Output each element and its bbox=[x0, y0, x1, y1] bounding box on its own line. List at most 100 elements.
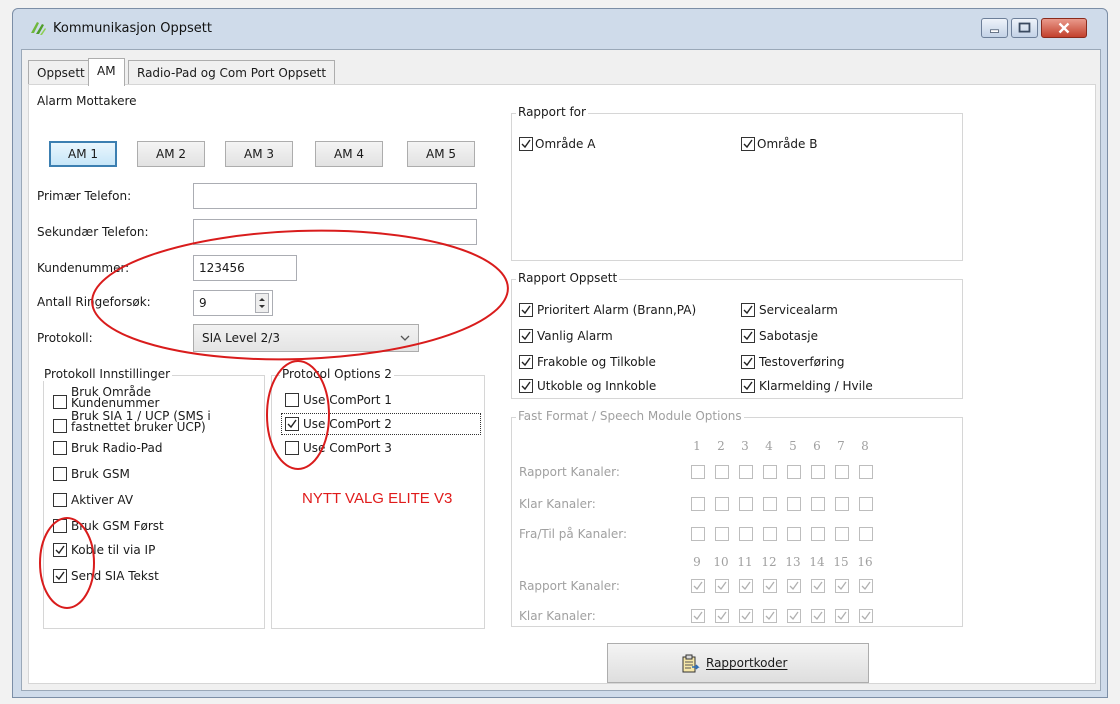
from-to-channels-label: Fra/Til på Kanaler: bbox=[519, 527, 628, 541]
channel-checkbox[interactable] bbox=[739, 497, 753, 511]
send-sia-text-label: Send SIA Tekst bbox=[71, 569, 159, 583]
protocol-select[interactable]: SIA Level 2/3 bbox=[193, 324, 419, 352]
channel-checkbox[interactable] bbox=[691, 579, 705, 593]
checkmark-icon bbox=[717, 611, 727, 621]
priority-alarm-checkbox[interactable] bbox=[519, 303, 533, 317]
channel-checkbox[interactable] bbox=[763, 609, 777, 623]
channel-checkbox[interactable] bbox=[763, 465, 777, 479]
window-title: Kommunikasjon Oppsett bbox=[53, 21, 212, 36]
channel-checkbox[interactable] bbox=[859, 609, 873, 623]
send-sia-text-checkbox[interactable] bbox=[53, 569, 67, 583]
use-sia1-ucp-checkbox[interactable] bbox=[53, 419, 67, 433]
channel-checkbox[interactable] bbox=[811, 609, 825, 623]
channel-checkbox[interactable] bbox=[787, 609, 801, 623]
channel-checkbox[interactable] bbox=[835, 465, 849, 479]
channel-checkbox[interactable] bbox=[835, 579, 849, 593]
channel-checkbox[interactable] bbox=[763, 497, 777, 511]
report-codes-button[interactable]: Rapportkoder bbox=[607, 643, 869, 683]
channel-number: 4 bbox=[765, 439, 773, 453]
channel-checkbox[interactable] bbox=[835, 609, 849, 623]
channel-checkbox[interactable] bbox=[739, 579, 753, 593]
sabotage-checkbox[interactable] bbox=[741, 329, 755, 343]
report-for-title: Rapport for bbox=[516, 105, 588, 119]
channel-checkbox[interactable] bbox=[787, 527, 801, 541]
checkmark-icon bbox=[743, 139, 753, 149]
channel-checkbox[interactable] bbox=[811, 579, 825, 593]
channel-checkbox[interactable] bbox=[739, 465, 753, 479]
use-comport-2-checkbox[interactable] bbox=[285, 417, 299, 431]
maximize-button[interactable] bbox=[1011, 18, 1038, 38]
sabotage-label: Sabotasje bbox=[759, 329, 818, 343]
channel-checkbox[interactable] bbox=[859, 465, 873, 479]
checkmark-icon bbox=[743, 357, 753, 367]
am-3-button[interactable]: AM 3 bbox=[225, 141, 293, 167]
channel-checkbox[interactable] bbox=[787, 497, 801, 511]
tab-radio-pad-com-port[interactable]: Radio-Pad og Com Port Oppsett bbox=[128, 60, 336, 86]
channel-checkbox[interactable] bbox=[835, 527, 849, 541]
channel-checkbox[interactable] bbox=[691, 465, 705, 479]
use-sia1-ucp-label: Bruk SIA 1 / UCP (SMS i fastnettet bruke… bbox=[71, 409, 211, 434]
channel-checkbox[interactable] bbox=[739, 527, 753, 541]
am-1-button[interactable]: AM 1 bbox=[49, 141, 117, 167]
am-4-button[interactable]: AM 4 bbox=[315, 141, 383, 167]
chevron-down-icon bbox=[400, 335, 410, 341]
channel-checkbox[interactable] bbox=[715, 579, 729, 593]
use-comport-1-checkbox[interactable] bbox=[285, 393, 299, 407]
use-comport-3-checkbox[interactable] bbox=[285, 441, 299, 455]
protocol-settings-title: Protokoll Innstillinger bbox=[42, 367, 173, 381]
minimize-button[interactable] bbox=[981, 18, 1008, 38]
activate-av-checkbox[interactable] bbox=[53, 493, 67, 507]
secondary-phone-input[interactable] bbox=[193, 219, 477, 245]
area-a-checkbox[interactable] bbox=[519, 137, 533, 151]
tab-am[interactable]: AM bbox=[88, 58, 125, 86]
am-5-button[interactable]: AM 5 bbox=[407, 141, 475, 167]
channel-checkbox[interactable] bbox=[811, 497, 825, 511]
channel-checkbox[interactable] bbox=[763, 527, 777, 541]
area-b-label: Område B bbox=[757, 137, 818, 151]
use-gsm-checkbox[interactable] bbox=[53, 467, 67, 481]
channel-checkbox[interactable] bbox=[787, 465, 801, 479]
bypass-unbypass-checkbox[interactable] bbox=[519, 379, 533, 393]
channel-checkbox[interactable] bbox=[691, 497, 705, 511]
channel-checkbox[interactable] bbox=[763, 579, 777, 593]
minimize-icon bbox=[990, 29, 999, 33]
channel-checkbox[interactable] bbox=[739, 609, 753, 623]
channel-checkbox[interactable] bbox=[811, 465, 825, 479]
channel-checkbox[interactable] bbox=[835, 497, 849, 511]
tab-oppsett[interactable]: Oppsett bbox=[28, 60, 94, 86]
customer-number-input[interactable]: 123456 bbox=[193, 255, 297, 281]
report-setup-title: Rapport Oppsett bbox=[516, 271, 620, 285]
connect-via-ip-checkbox[interactable] bbox=[53, 543, 67, 557]
channel-checkbox[interactable] bbox=[859, 527, 873, 541]
channel-checkbox[interactable] bbox=[715, 609, 729, 623]
checkmark-icon bbox=[693, 611, 703, 621]
channel-checkbox[interactable] bbox=[691, 527, 705, 541]
title-bar[interactable]: Kommunikasjon Oppsett bbox=[13, 9, 1107, 49]
channel-checkbox[interactable] bbox=[691, 609, 705, 623]
channel-checkbox[interactable] bbox=[715, 497, 729, 511]
restore-idle-checkbox[interactable] bbox=[741, 379, 755, 393]
use-gsm-label: Bruk GSM bbox=[71, 467, 130, 481]
use-area-customer-number-checkbox[interactable] bbox=[53, 395, 67, 409]
channel-checkbox[interactable] bbox=[859, 579, 873, 593]
primary-phone-input[interactable] bbox=[193, 183, 477, 209]
test-transmission-checkbox[interactable] bbox=[741, 355, 755, 369]
area-b-checkbox[interactable] bbox=[741, 137, 755, 151]
channel-checkbox[interactable] bbox=[787, 579, 801, 593]
use-comport-3-label: Use ComPort 3 bbox=[303, 441, 392, 455]
disarm-arm-checkbox[interactable] bbox=[519, 355, 533, 369]
service-alarm-checkbox[interactable] bbox=[741, 303, 755, 317]
normal-alarm-checkbox[interactable] bbox=[519, 329, 533, 343]
am-2-button[interactable]: AM 2 bbox=[137, 141, 205, 167]
use-radio-pad-checkbox[interactable] bbox=[53, 441, 67, 455]
close-button[interactable] bbox=[1041, 18, 1087, 38]
channel-checkbox[interactable] bbox=[715, 527, 729, 541]
checkmark-icon bbox=[741, 581, 751, 591]
use-radio-pad-label: Bruk Radio-Pad bbox=[71, 441, 163, 455]
channel-checkbox[interactable] bbox=[859, 497, 873, 511]
spinner-arrows-icon bbox=[259, 298, 265, 308]
channel-checkbox[interactable] bbox=[811, 527, 825, 541]
channel-checkbox[interactable] bbox=[715, 465, 729, 479]
ring-attempts-spinner[interactable] bbox=[255, 293, 269, 313]
use-gsm-first-checkbox[interactable] bbox=[53, 519, 67, 533]
